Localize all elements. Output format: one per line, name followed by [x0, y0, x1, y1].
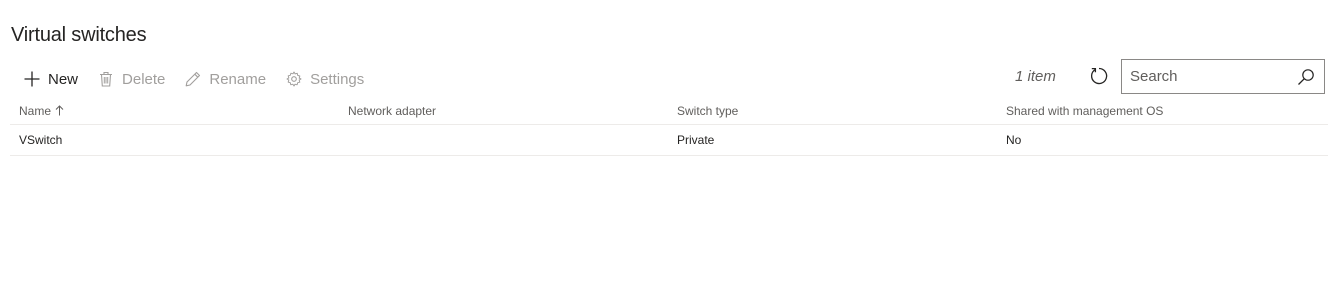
new-button[interactable]: New — [14, 63, 88, 95]
trash-icon — [98, 71, 114, 87]
rename-button-label: Rename — [209, 70, 267, 88]
column-header-shared-with-management-os[interactable]: Shared with management OS — [997, 104, 1328, 118]
plus-icon — [24, 71, 40, 87]
column-header-label: Name — [19, 103, 52, 118]
pencil-icon — [185, 71, 201, 87]
gear-icon — [286, 71, 302, 87]
refresh-icon — [1089, 66, 1109, 91]
column-header-network-adapter[interactable]: Network adapter — [339, 104, 668, 118]
settings-button[interactable]: Settings — [276, 63, 374, 95]
new-button-label: New — [48, 70, 79, 88]
delete-button-label: Delete — [122, 70, 166, 88]
column-header-label: Network adapter — [348, 104, 437, 118]
search-input[interactable] — [1122, 60, 1296, 93]
column-header-label: Switch type — [677, 104, 739, 118]
rename-button[interactable]: Rename — [175, 63, 276, 95]
refresh-button[interactable] — [1088, 67, 1110, 89]
arrow-up-icon — [55, 104, 64, 119]
table-header: Name Network adapter Switch type Shared … — [10, 98, 1328, 125]
virtual-switches-table: Name Network adapter Switch type Shared … — [10, 98, 1328, 156]
item-count: 1 item — [1015, 68, 1056, 85]
column-header-name[interactable]: Name — [10, 104, 339, 119]
virtual-switches-page: Virtual switches New Delete Rename Setti… — [0, 0, 1340, 306]
search-box — [1121, 59, 1325, 94]
cell-name: VSwitch — [19, 133, 63, 147]
cell-shared-with-management-os: No — [1006, 133, 1022, 147]
page-title: Virtual switches — [11, 24, 147, 46]
table-row[interactable]: VSwitch Private No — [10, 125, 1328, 156]
search-icon[interactable] — [1296, 67, 1316, 87]
column-header-switch-type[interactable]: Switch type — [668, 104, 997, 118]
settings-button-label: Settings — [310, 70, 365, 88]
toolbar: New Delete Rename Settings — [14, 62, 374, 96]
delete-button[interactable]: Delete — [88, 63, 175, 95]
cell-switch-type: Private — [677, 133, 715, 147]
column-header-label: Shared with management OS — [1006, 104, 1164, 118]
